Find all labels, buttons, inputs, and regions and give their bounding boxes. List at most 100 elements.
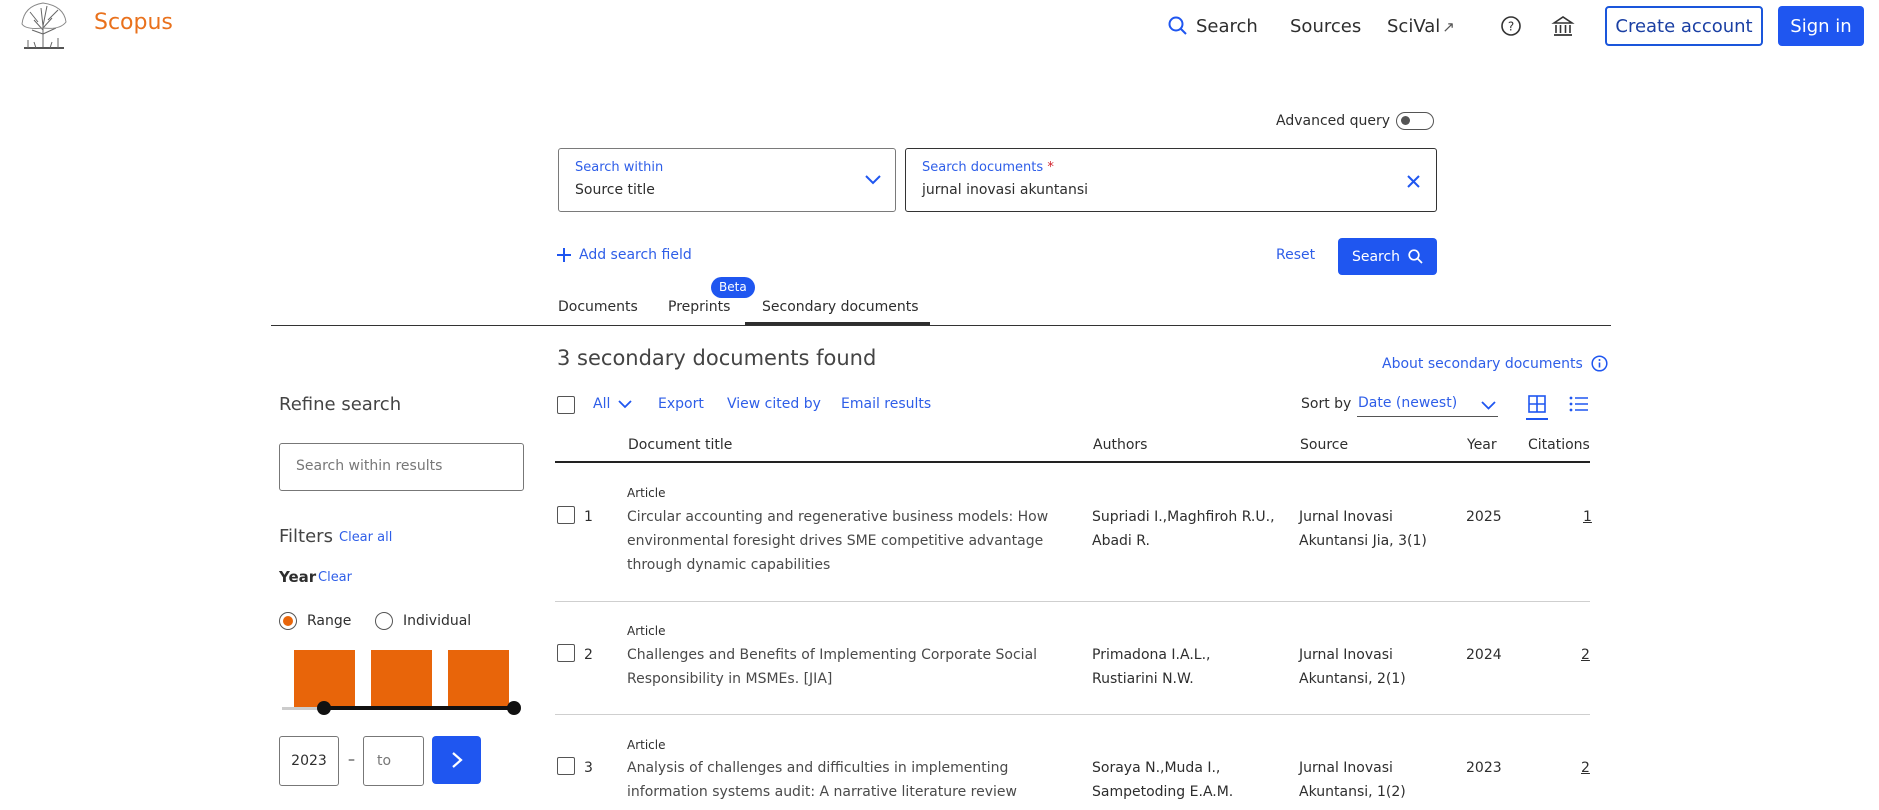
select-all-checkbox[interactable] — [557, 396, 575, 414]
title-line: Responsibility in MSMEs. [JIA] — [627, 671, 833, 687]
row-number: 3 — [584, 760, 593, 776]
column-header-authors: Authors — [1093, 437, 1148, 453]
row-number: 2 — [584, 647, 593, 663]
clear-icon[interactable] — [1407, 175, 1420, 188]
source-line: Jurnal Inovasi — [1299, 647, 1393, 663]
about-secondary-documents-label: About secondary documents — [1382, 355, 1583, 372]
search-documents-input[interactable]: jurnal inovasi akuntansi — [922, 182, 1088, 198]
brand-name[interactable]: Scopus — [94, 10, 173, 35]
add-search-field-label: Add search field — [579, 247, 692, 263]
table-header-divider — [555, 461, 1590, 463]
year-range-dash: – — [348, 752, 355, 768]
all-dropdown[interactable]: All — [593, 396, 632, 412]
help-circle-icon[interactable]: ? — [1500, 15, 1522, 41]
about-secondary-documents-link[interactable]: About secondary documents — [1382, 355, 1608, 372]
title-line: Challenges and Benefits of Implementing … — [627, 647, 1038, 663]
nav-sources[interactable]: Sources — [1290, 16, 1361, 37]
info-icon — [1591, 355, 1608, 372]
column-header-citations: Citations — [1528, 437, 1590, 453]
year-slider-handle-start[interactable] — [317, 701, 331, 715]
author-line: Supriadi I.,Maghfiroh R.U., — [1092, 509, 1275, 525]
nav-search-label: Search — [1196, 15, 1258, 37]
year: 2024 — [1466, 647, 1502, 663]
title-line: Circular accounting and regenerative bus… — [627, 509, 1049, 525]
sort-select[interactable]: Date (newest) — [1357, 393, 1498, 417]
chevron-right-icon — [451, 752, 463, 768]
year-slider-track[interactable] — [324, 706, 514, 710]
source-line: Jurnal Inovasi — [1299, 760, 1393, 776]
search-within-select[interactable]: Search within Source title — [558, 148, 896, 212]
sign-in-button[interactable]: Sign in — [1778, 6, 1864, 46]
search-within-results-input[interactable]: Search within results — [279, 443, 524, 491]
sort-by-label: Sort by — [1301, 396, 1352, 412]
nav-search[interactable]: Search — [1168, 14, 1258, 38]
tab-secondary-documents[interactable]: Secondary documents — [762, 299, 919, 315]
beta-badge: Beta — [711, 277, 755, 298]
search-icon — [1168, 16, 1187, 35]
year-clear-link[interactable]: Clear — [318, 570, 352, 585]
title-line: through dynamic capabilities — [627, 557, 831, 573]
search-within-results-placeholder: Search within results — [296, 458, 443, 474]
list-view-icon[interactable] — [1569, 396, 1588, 416]
range-label: Range — [307, 613, 352, 629]
year-label: Year — [279, 568, 317, 586]
row-checkbox[interactable] — [557, 757, 575, 775]
chevron-down-icon — [618, 399, 632, 408]
view-cited-by-button[interactable]: View cited by — [727, 396, 821, 412]
column-header-title: Document title — [628, 437, 733, 453]
all-dropdown-label: All — [593, 396, 611, 412]
tab-documents[interactable]: Documents — [558, 299, 638, 315]
search-within-label: Search within — [575, 160, 664, 175]
clear-all-link[interactable]: Clear all — [339, 530, 392, 545]
document-title-link[interactable]: Challenges and Benefits of Implementing … — [627, 643, 1037, 691]
add-search-field-button[interactable]: Add search field — [557, 247, 692, 263]
range-radio[interactable]: Range — [279, 612, 351, 630]
document-type: Article — [627, 624, 666, 638]
authors[interactable]: Primadona I.A.L., Rustiarini N.W. — [1092, 643, 1210, 691]
apply-year-button[interactable] — [432, 736, 481, 784]
grid-view-icon[interactable] — [1526, 394, 1548, 420]
authors[interactable]: Soraya N.,Muda I., Sampetoding E.A.M. — [1092, 756, 1233, 804]
year-from-input[interactable]: 2023 — [279, 736, 339, 786]
citations-link[interactable]: 2 — [1581, 760, 1590, 776]
source[interactable]: Jurnal Inovasi Akuntansi Jia, 3(1) — [1299, 505, 1427, 553]
reset-button[interactable]: Reset — [1276, 247, 1315, 263]
year: 2023 — [1466, 760, 1502, 776]
document-title-link[interactable]: Circular accounting and regenerative bus… — [627, 505, 1048, 577]
plus-icon — [557, 248, 571, 262]
results-heading: 3 secondary documents found — [557, 346, 877, 370]
create-account-button[interactable]: Create account — [1605, 6, 1763, 46]
source[interactable]: Jurnal Inovasi Akuntansi, 2(1) — [1299, 643, 1406, 691]
radio-unselected-icon — [375, 612, 393, 630]
year-slider-handle-end[interactable] — [507, 701, 521, 715]
source-line: Akuntansi Jia, 3(1) — [1299, 533, 1427, 549]
sort-select-value: Date (newest) — [1358, 395, 1458, 411]
document-type: Article — [627, 486, 666, 500]
advanced-query-toggle[interactable] — [1396, 112, 1434, 130]
document-title-link[interactable]: Analysis of challenges and difficulties … — [627, 756, 1017, 804]
citations-link[interactable]: 1 — [1583, 509, 1592, 525]
nav-scival[interactable]: SciVal ↗ — [1387, 16, 1455, 37]
elsevier-tree-logo[interactable] — [14, 0, 72, 50]
year-histogram-bar — [371, 650, 432, 709]
source-line: Akuntansi, 1(2) — [1299, 784, 1406, 800]
authors[interactable]: Supriadi I.,Maghfiroh R.U., Abadi R. — [1092, 505, 1275, 553]
search-documents-field[interactable]: Search documents * jurnal inovasi akunta… — [905, 148, 1437, 212]
search-button[interactable]: Search — [1338, 238, 1437, 275]
email-results-button[interactable]: Email results — [841, 396, 931, 412]
source[interactable]: Jurnal Inovasi Akuntansi, 1(2) — [1299, 756, 1406, 804]
row-checkbox[interactable] — [557, 506, 575, 524]
export-button[interactable]: Export — [658, 396, 704, 412]
filters-label: Filters — [279, 526, 333, 547]
year-to-input[interactable]: to — [363, 736, 424, 786]
title-line: information systems audit: A narrative l… — [627, 784, 1017, 800]
row-checkbox[interactable] — [557, 644, 575, 662]
year: 2025 — [1466, 509, 1502, 525]
tab-preprints[interactable]: Preprints — [668, 299, 730, 315]
institution-icon[interactable] — [1551, 14, 1575, 42]
individual-radio[interactable]: Individual — [375, 612, 471, 630]
year-to-placeholder: to — [377, 753, 392, 769]
column-header-year: Year — [1467, 437, 1497, 453]
citations-link[interactable]: 2 — [1581, 647, 1590, 663]
radio-selected-icon — [279, 612, 297, 630]
